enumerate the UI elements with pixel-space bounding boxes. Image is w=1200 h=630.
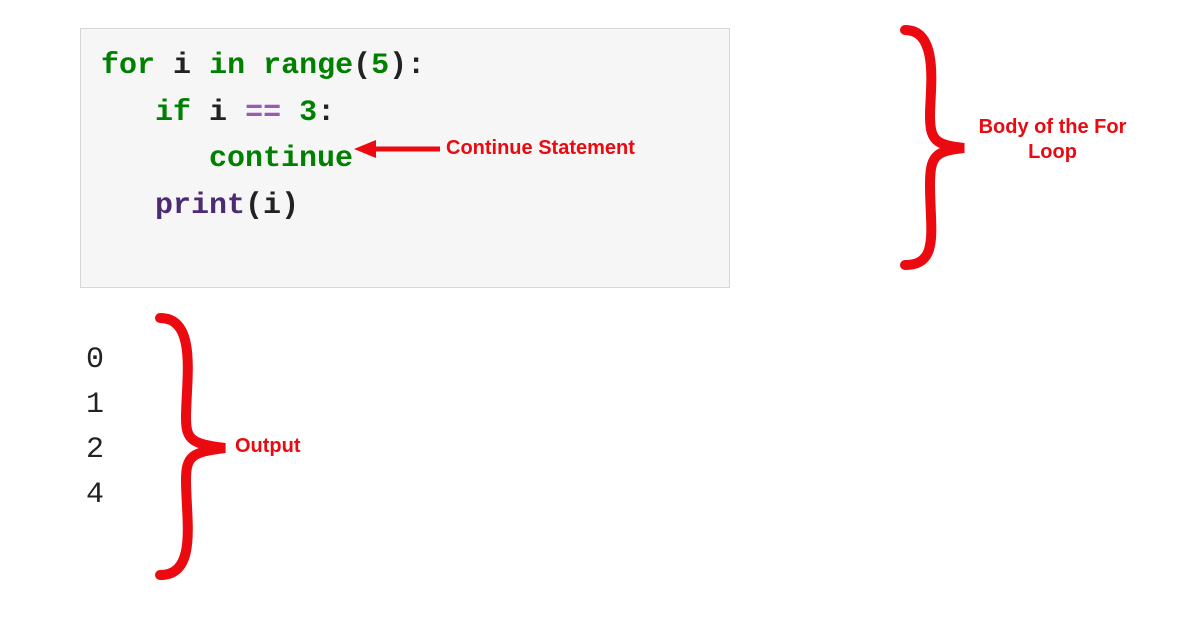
brace-body-icon — [905, 30, 964, 265]
literal-3: 3 — [299, 96, 317, 130]
identifier-i: i — [173, 49, 191, 83]
annotation-output-label: Output — [235, 435, 301, 458]
close-paren: ) — [389, 49, 407, 83]
keyword-in: in — [209, 49, 245, 83]
call-print: print — [155, 189, 245, 223]
open-paren: ( — [353, 49, 371, 83]
code-text: for i in range(5): if i == 3: continue p… — [101, 43, 709, 229]
output-line: 2 — [86, 428, 104, 473]
colon-2: : — [317, 96, 335, 130]
output-line: 1 — [86, 383, 104, 428]
close-paren-2: ) — [281, 189, 299, 223]
annotation-continue-label: Continue Statement — [446, 137, 635, 160]
brace-output-icon — [160, 318, 225, 575]
identifier-i-2: i — [209, 96, 227, 130]
annotation-body-label: Body of the For Loop — [975, 115, 1130, 165]
literal-5: 5 — [371, 49, 389, 83]
keyword-for: for — [101, 49, 155, 83]
output-line: 0 — [86, 338, 104, 383]
output-block: 0 1 2 4 — [86, 338, 104, 518]
identifier-i-3: i — [263, 189, 281, 223]
output-line: 4 — [86, 473, 104, 518]
open-paren-2: ( — [245, 189, 263, 223]
keyword-continue: continue — [209, 142, 353, 176]
keyword-if: if — [155, 96, 191, 130]
operator-eq: == — [245, 96, 281, 130]
colon: : — [407, 49, 425, 83]
builtin-range: range — [263, 49, 353, 83]
